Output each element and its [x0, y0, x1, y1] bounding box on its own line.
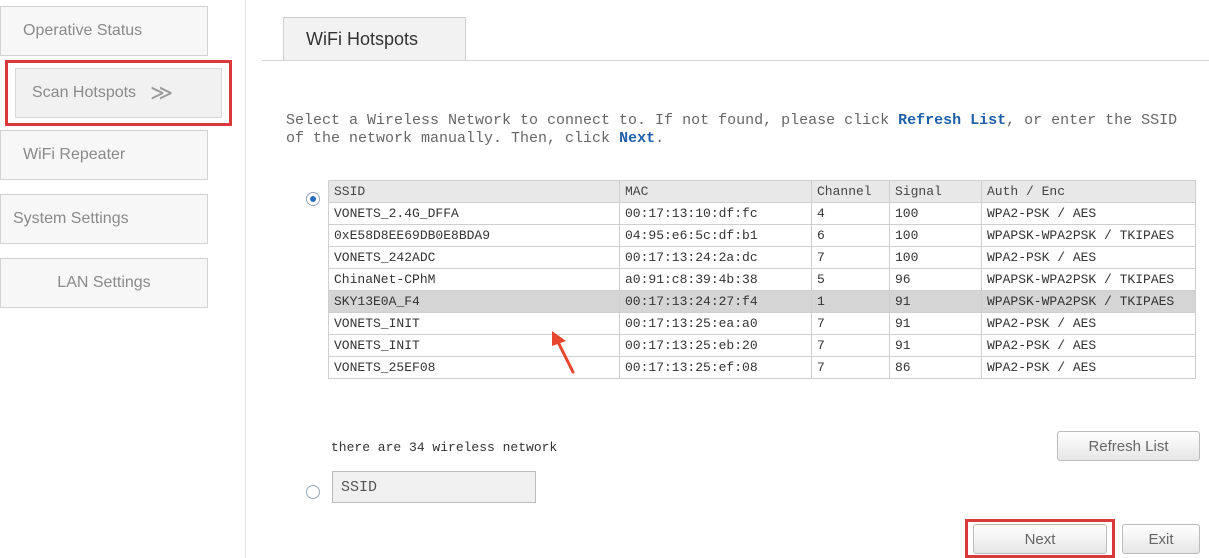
- cell-mac: 00:17:13:24:27:f4: [619, 290, 812, 313]
- instruction-part: .: [655, 130, 665, 147]
- cell-ssid: SKY13E0A_F4: [328, 290, 620, 313]
- sidebar-item-wifi-repeater[interactable]: WiFi Repeater: [0, 130, 208, 180]
- cell-signal: 86: [889, 356, 982, 379]
- cell-channel: 1: [811, 290, 890, 313]
- cell-auth: WPA2-PSK / AES: [981, 334, 1196, 357]
- cell-signal: 100: [889, 224, 982, 247]
- cell-auth: WPA2-PSK / AES: [981, 246, 1196, 269]
- column-header-signal: Signal: [889, 180, 982, 203]
- sidebar-item-label: Operative Status: [23, 22, 143, 39]
- sidebar-item-label: WiFi Repeater: [23, 146, 126, 163]
- sidebar-item-label: LAN Settings: [57, 274, 151, 291]
- cell-channel: 4: [811, 202, 890, 225]
- cell-signal: 100: [889, 246, 982, 269]
- cell-signal: 96: [889, 268, 982, 291]
- cell-ssid: VONETS_242ADC: [328, 246, 620, 269]
- instruction-text: Select a Wireless Network to connect to.…: [286, 112, 1186, 148]
- tab-underline: [262, 60, 1209, 61]
- cell-mac: 00:17:13:10:df:fc: [619, 202, 812, 225]
- table-row[interactable]: 0xE58D8EE69DB0E8BDA9 04:95:e6:5c:df:b1 6…: [328, 224, 1196, 247]
- cell-mac: 00:17:13:25:ea:a0: [619, 312, 812, 335]
- instruction-next-keyword: Next: [619, 130, 656, 147]
- sidebar-item-system-settings[interactable]: System Settings: [0, 194, 208, 244]
- cell-mac: 00:17:13:24:2a:dc: [619, 246, 812, 269]
- sidebar-item-lan-settings[interactable]: LAN Settings: [0, 258, 208, 308]
- tab-wifi-hotspots[interactable]: WiFi Hotspots: [283, 17, 466, 61]
- cell-auth: WPA2-PSK / AES: [981, 312, 1196, 335]
- content-divider: [245, 0, 246, 558]
- cell-signal: 91: [889, 290, 982, 313]
- sidebar-item-operative-status[interactable]: Operative Status: [0, 6, 208, 56]
- instruction-refresh-keyword: Refresh List: [898, 112, 1007, 129]
- cell-mac: 00:17:13:25:eb:20: [619, 334, 812, 357]
- cell-channel: 7: [811, 312, 890, 335]
- column-header-ssid: SSID: [328, 180, 620, 203]
- column-header-mac: MAC: [619, 180, 812, 203]
- cell-channel: 7: [811, 356, 890, 379]
- cell-auth: WPAPSK-WPA2PSK / TKIPAES: [981, 290, 1196, 313]
- cell-auth: WPAPSK-WPA2PSK / TKIPAES: [981, 224, 1196, 247]
- radio-select-from-list[interactable]: [306, 192, 320, 206]
- table-row-selected[interactable]: SKY13E0A_F4 00:17:13:24:27:f4 1 91 WPAPS…: [328, 290, 1196, 313]
- red-arrow-icon: [552, 331, 575, 374]
- instruction-part: Select a Wireless Network to connect to.…: [286, 112, 899, 129]
- table-row[interactable]: VONETS_25EF08 00:17:13:25:ef:08 7 86 WPA…: [328, 356, 1196, 379]
- cell-channel: 7: [811, 246, 890, 269]
- cell-channel: 5: [811, 268, 890, 291]
- hotspot-table: SSID MAC Channel Signal Auth / Enc VONET…: [328, 180, 1196, 379]
- cell-channel: 6: [811, 224, 890, 247]
- cell-auth: WPA2-PSK / AES: [981, 356, 1196, 379]
- sidebar: Operative Status Scan Hotspots ≫ WiFi Re…: [0, 0, 235, 558]
- sidebar-item-label: System Settings: [13, 210, 129, 227]
- table-row[interactable]: ChinaNet-CPhM a0:91:c8:39:4b:38 5 96 WPA…: [328, 268, 1196, 291]
- next-button[interactable]: Next: [973, 524, 1107, 554]
- tab-label: WiFi Hotspots: [306, 29, 419, 49]
- cell-ssid: VONETS_2.4G_DFFA: [328, 202, 620, 225]
- table-row[interactable]: VONETS_242ADC 00:17:13:24:2a:dc 7 100 WP…: [328, 246, 1196, 269]
- ssid-input[interactable]: [332, 471, 536, 503]
- column-header-auth: Auth / Enc: [981, 180, 1196, 203]
- cell-ssid: 0xE58D8EE69DB0E8BDA9: [328, 224, 620, 247]
- table-header-row: SSID MAC Channel Signal Auth / Enc: [328, 180, 1196, 203]
- sidebar-highlight-box: Scan Hotspots ≫: [5, 60, 232, 126]
- double-chevron-right-icon: ≫: [150, 80, 173, 105]
- table-row[interactable]: VONETS_INIT 00:17:13:25:ea:a0 7 91 WPA2-…: [328, 312, 1196, 335]
- sidebar-item-label: Scan Hotspots: [32, 84, 137, 101]
- refresh-list-button[interactable]: Refresh List: [1057, 431, 1200, 461]
- cell-signal: 100: [889, 202, 982, 225]
- cell-auth: WPA2-PSK / AES: [981, 202, 1196, 225]
- cell-ssid: ChinaNet-CPhM: [328, 268, 620, 291]
- table-row[interactable]: VONETS_INIT 00:17:13:25:eb:20 7 91 WPA2-…: [328, 334, 1196, 357]
- sidebar-item-scan-hotspots[interactable]: Scan Hotspots ≫: [15, 68, 222, 118]
- cell-auth: WPAPSK-WPA2PSK / TKIPAES: [981, 268, 1196, 291]
- cell-signal: 91: [889, 334, 982, 357]
- cell-channel: 7: [811, 334, 890, 357]
- column-header-channel: Channel: [811, 180, 890, 203]
- cell-mac: 04:95:e6:5c:df:b1: [619, 224, 812, 247]
- cell-mac: a0:91:c8:39:4b:38: [619, 268, 812, 291]
- radio-manual-ssid[interactable]: [306, 485, 320, 499]
- network-count-text: there are 34 wireless network: [331, 440, 558, 455]
- table-row[interactable]: VONETS_2.4G_DFFA 00:17:13:10:df:fc 4 100…: [328, 202, 1196, 225]
- exit-button[interactable]: Exit: [1122, 524, 1200, 554]
- cell-mac: 00:17:13:25:ef:08: [619, 356, 812, 379]
- cell-signal: 91: [889, 312, 982, 335]
